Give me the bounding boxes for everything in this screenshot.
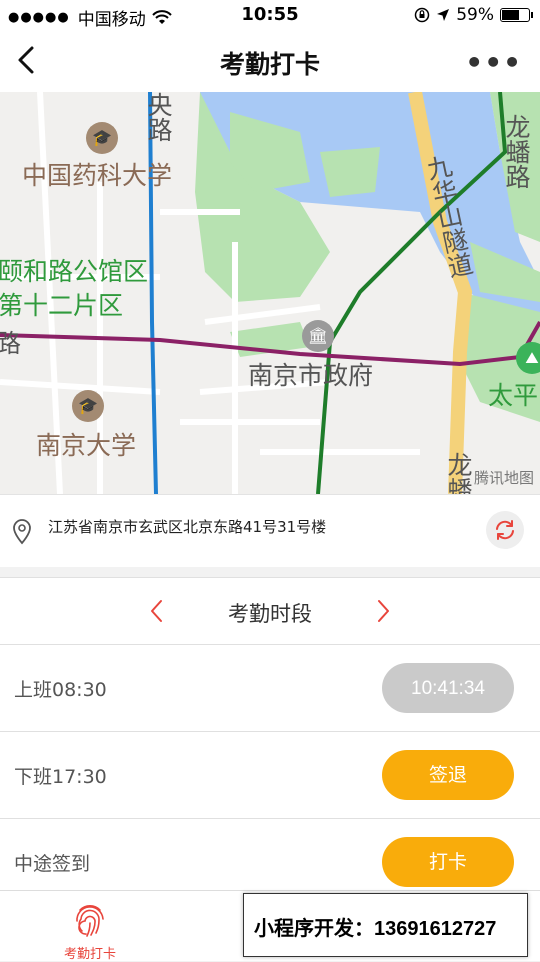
map-label-yihe-road: 颐和路公馆区 [0, 257, 149, 286]
map-view[interactable]: 央路 🎓 中国药科大学 颐和路公馆区 第十二片区 路 🏛 南京市政府 🎓 南京大… [0, 92, 540, 494]
map-label-pharma-university: 中国药科大学 [22, 161, 173, 190]
status-right: 59% [414, 5, 533, 25]
orientation-lock-icon [414, 7, 430, 23]
fingerprint-icon [76, 905, 104, 937]
status-bar: ●●●●● 中国移动 10:55 59% [0, 0, 540, 30]
attendance-row-checkout: 下班17:30 签退 [0, 732, 540, 819]
government-icon: 🏛 [302, 320, 334, 352]
period-selector: 考勤时段 [0, 578, 540, 645]
map-label-taiping: 太平 [488, 381, 539, 410]
row-label: 上班08:30 [14, 679, 107, 701]
tab-attendance[interactable]: 考勤打卡 [0, 891, 180, 962]
university-icon: 🎓 [86, 122, 118, 154]
more-dots-icon[interactable]: ••• [465, 46, 522, 79]
page-title: 考勤打卡 [219, 50, 320, 79]
map-label-nanjing-university: 南京大学 [36, 431, 137, 460]
location-arrow-icon [437, 9, 450, 21]
refresh-button[interactable] [486, 511, 524, 549]
nav-bar: 考勤打卡 ••• [0, 30, 540, 92]
battery-percent: 59% [456, 5, 494, 25]
map-label-district: 第十二片区 [0, 291, 124, 320]
chevron-right-icon[interactable] [368, 596, 398, 626]
location-pin-icon [13, 519, 31, 545]
promo-text: 小程序开发：13691612727 [254, 918, 497, 940]
attendance-panel: 考勤时段 上班08:30 10:41:34 下班17:30 签退 中途签到 打卡 [0, 577, 540, 891]
promo-overlay: 小程序开发：13691612727 [243, 893, 528, 957]
tab-label: 考勤打卡 [63, 947, 116, 962]
map-label-road-left: 路 [0, 329, 22, 358]
attendance-row-checkin: 上班08:30 10:41:34 [0, 645, 540, 732]
punch-button[interactable]: 打卡 [382, 837, 514, 887]
park-icon: ⛰ [516, 342, 540, 374]
checkout-button[interactable]: 签退 [382, 750, 514, 800]
map-provider-logo: 腾讯地图 [473, 469, 534, 487]
row-label: 下班17:30 [14, 766, 107, 788]
location-bar: 江苏省南京市玄武区北京东路41号31号楼 [0, 494, 540, 567]
row-label: 中途签到 [14, 853, 91, 875]
battery-icon [500, 8, 533, 22]
location-address: 江苏省南京市玄武区北京东路41号31号楼 [48, 518, 327, 536]
period-title: 考勤时段 [228, 602, 312, 626]
map-label-road: 央路 [144, 92, 173, 142]
map-label-longpan: 龙蟠路 [502, 114, 531, 189]
map-label-long-bottom: 龙蟠 [444, 452, 473, 494]
checkin-time-button[interactable]: 10:41:34 [382, 663, 514, 713]
refresh-icon [496, 520, 514, 540]
map-label-city-hall: 南京市政府 [248, 361, 374, 390]
university-icon: 🎓 [72, 390, 104, 422]
